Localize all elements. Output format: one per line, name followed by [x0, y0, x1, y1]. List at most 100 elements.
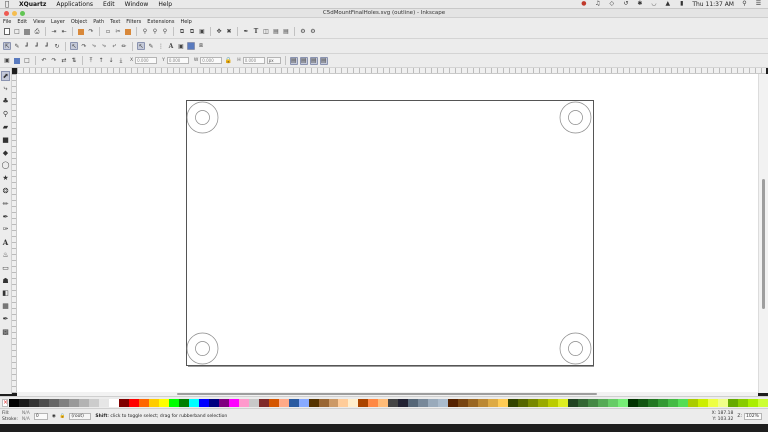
zoom-page-icon[interactable]: ⚲	[161, 28, 169, 36]
palette-swatch[interactable]	[48, 398, 59, 407]
zoom-tool-icon[interactable]: ⚲	[1, 109, 10, 119]
node-corner-icon[interactable]: ┛	[23, 42, 31, 50]
select-arrow-icon[interactable]: ⬈	[1, 71, 10, 81]
palette-swatch[interactable]	[128, 398, 139, 407]
unlink-clone-icon[interactable]: ▣	[198, 28, 206, 36]
group-icon[interactable]: ✥	[215, 28, 223, 36]
palette-swatch[interactable]	[428, 398, 439, 407]
palette-swatch[interactable]	[218, 398, 229, 407]
palette-swatch[interactable]	[388, 398, 399, 407]
palette-swatch[interactable]	[508, 398, 519, 407]
unit-select[interactable]: px	[266, 57, 281, 64]
star-tool-icon[interactable]: ★	[1, 173, 10, 183]
palette-swatch[interactable]	[438, 398, 449, 407]
palette-swatch[interactable]	[458, 398, 469, 407]
menu-edit[interactable]: Edit	[14, 19, 30, 25]
menu-view[interactable]: View	[30, 19, 48, 25]
menubar-clock[interactable]: Thu 11:37 AM	[692, 1, 734, 8]
palette-swatch[interactable]	[278, 398, 289, 407]
paraxial-icon[interactable]: ⤶	[110, 42, 118, 50]
palette-swatch[interactable]	[228, 398, 239, 407]
stroke-value[interactable]: N/A	[22, 417, 30, 423]
page-border[interactable]	[186, 100, 594, 366]
palette-swatch[interactable]	[158, 398, 169, 407]
palette-swatch[interactable]	[58, 398, 69, 407]
palette-swatch[interactable]	[408, 398, 419, 407]
raise-to-top-icon[interactable]: ⤒	[87, 57, 95, 65]
eraser-tool-icon[interactable]: ▭	[1, 263, 10, 273]
palette-swatch[interactable]	[608, 398, 619, 407]
battery-icon[interactable]: ▮	[678, 1, 685, 7]
guide-icon[interactable]: ⋮	[157, 42, 165, 50]
mesh-tool-icon[interactable]: ▦	[1, 301, 10, 311]
lower-icon[interactable]: ↓	[107, 57, 115, 65]
palette-swatch[interactable]	[178, 398, 189, 407]
palette-swatch[interactable]	[258, 398, 269, 407]
palette-swatch[interactable]	[677, 398, 688, 407]
palette-swatch[interactable]	[138, 398, 149, 407]
node-tool-icon[interactable]: ⤷	[1, 84, 10, 94]
print-icon[interactable]: ⎙	[33, 28, 41, 36]
palette-swatch[interactable]	[268, 398, 279, 407]
dropper-tool-icon[interactable]: ✒	[1, 314, 10, 324]
clone-icon[interactable]: ⧉	[188, 28, 196, 36]
rect-shape-icon[interactable]: ▣	[177, 42, 185, 50]
palette-swatch[interactable]	[38, 398, 49, 407]
layer-select[interactable]: (root)	[69, 413, 92, 420]
palette-swatch[interactable]	[418, 398, 429, 407]
duplicate-icon[interactable]: ⧉	[178, 28, 186, 36]
x-input[interactable]	[135, 57, 158, 64]
dropper-pick-icon[interactable]: ✏	[120, 42, 128, 50]
palette-swatch[interactable]	[478, 398, 489, 407]
apple-icon[interactable]: 	[0, 0, 14, 8]
palette-swatch[interactable]	[697, 398, 708, 407]
grid-toggle-icon[interactable]	[187, 42, 195, 50]
palette-swatch[interactable]	[548, 398, 559, 407]
spotlight-search-icon[interactable]: ⚲	[741, 1, 748, 7]
pencil-mode-icon[interactable]: ✎	[13, 42, 21, 50]
fill-stroke-icon[interactable]: ✒	[242, 28, 250, 36]
layers-icon[interactable]: ◫	[262, 28, 270, 36]
os-menu-help[interactable]: Help	[153, 1, 177, 8]
text-tool-icon[interactable]: A	[1, 237, 10, 247]
palette-swatch[interactable]	[558, 398, 569, 407]
palette-swatch[interactable]	[298, 398, 309, 407]
palette-swatch[interactable]	[308, 398, 319, 407]
palette-swatch[interactable]	[88, 398, 99, 407]
layer-lock-icon[interactable]: 🔒	[60, 414, 66, 419]
palette-swatch[interactable]	[148, 398, 159, 407]
palette-swatch[interactable]	[368, 398, 379, 407]
palette-swatch[interactable]	[687, 398, 698, 407]
palette-swatch[interactable]	[498, 398, 509, 407]
pen-tool-icon[interactable]: ✒	[1, 212, 10, 222]
palette-swatch[interactable]	[28, 398, 39, 407]
h-input[interactable]	[242, 57, 265, 64]
palette-swatch[interactable]	[98, 398, 109, 407]
text-font-icon[interactable]: T	[252, 28, 260, 36]
menu-extensions[interactable]: Extensions	[144, 19, 177, 25]
drawing-canvas[interactable]	[17, 74, 758, 393]
spiral-tool-icon[interactable]: ❂	[1, 186, 10, 196]
palette-swatch[interactable]	[348, 398, 359, 407]
palette-swatch[interactable]	[68, 398, 79, 407]
menu-file[interactable]: File	[0, 19, 14, 25]
palette-swatch[interactable]	[288, 398, 299, 407]
palette-swatch[interactable]	[448, 398, 459, 407]
volume-icon[interactable]: ▲	[664, 1, 671, 7]
palette-swatch[interactable]	[707, 398, 718, 407]
palette-swatch[interactable]	[737, 398, 748, 407]
raise-icon[interactable]: ↑	[97, 57, 105, 65]
palette-swatch[interactable]	[757, 398, 768, 407]
palette-swatch[interactable]	[338, 398, 349, 407]
bezier-icon[interactable]: ↷	[80, 42, 88, 50]
import-icon[interactable]: ⇥	[50, 28, 58, 36]
palette-swatch[interactable]	[667, 398, 678, 407]
xml-editor-icon[interactable]: ▤	[272, 28, 280, 36]
palette-swatch[interactable]	[78, 398, 89, 407]
align-distribute-icon[interactable]: ▤	[282, 28, 290, 36]
palette-swatch[interactable]	[238, 398, 249, 407]
menu-text[interactable]: Text	[107, 19, 123, 25]
deselect-icon[interactable]: □	[23, 57, 31, 65]
lock-proportions-icon[interactable]: 🔒	[224, 57, 232, 65]
palette-swatch[interactable]	[568, 398, 579, 407]
